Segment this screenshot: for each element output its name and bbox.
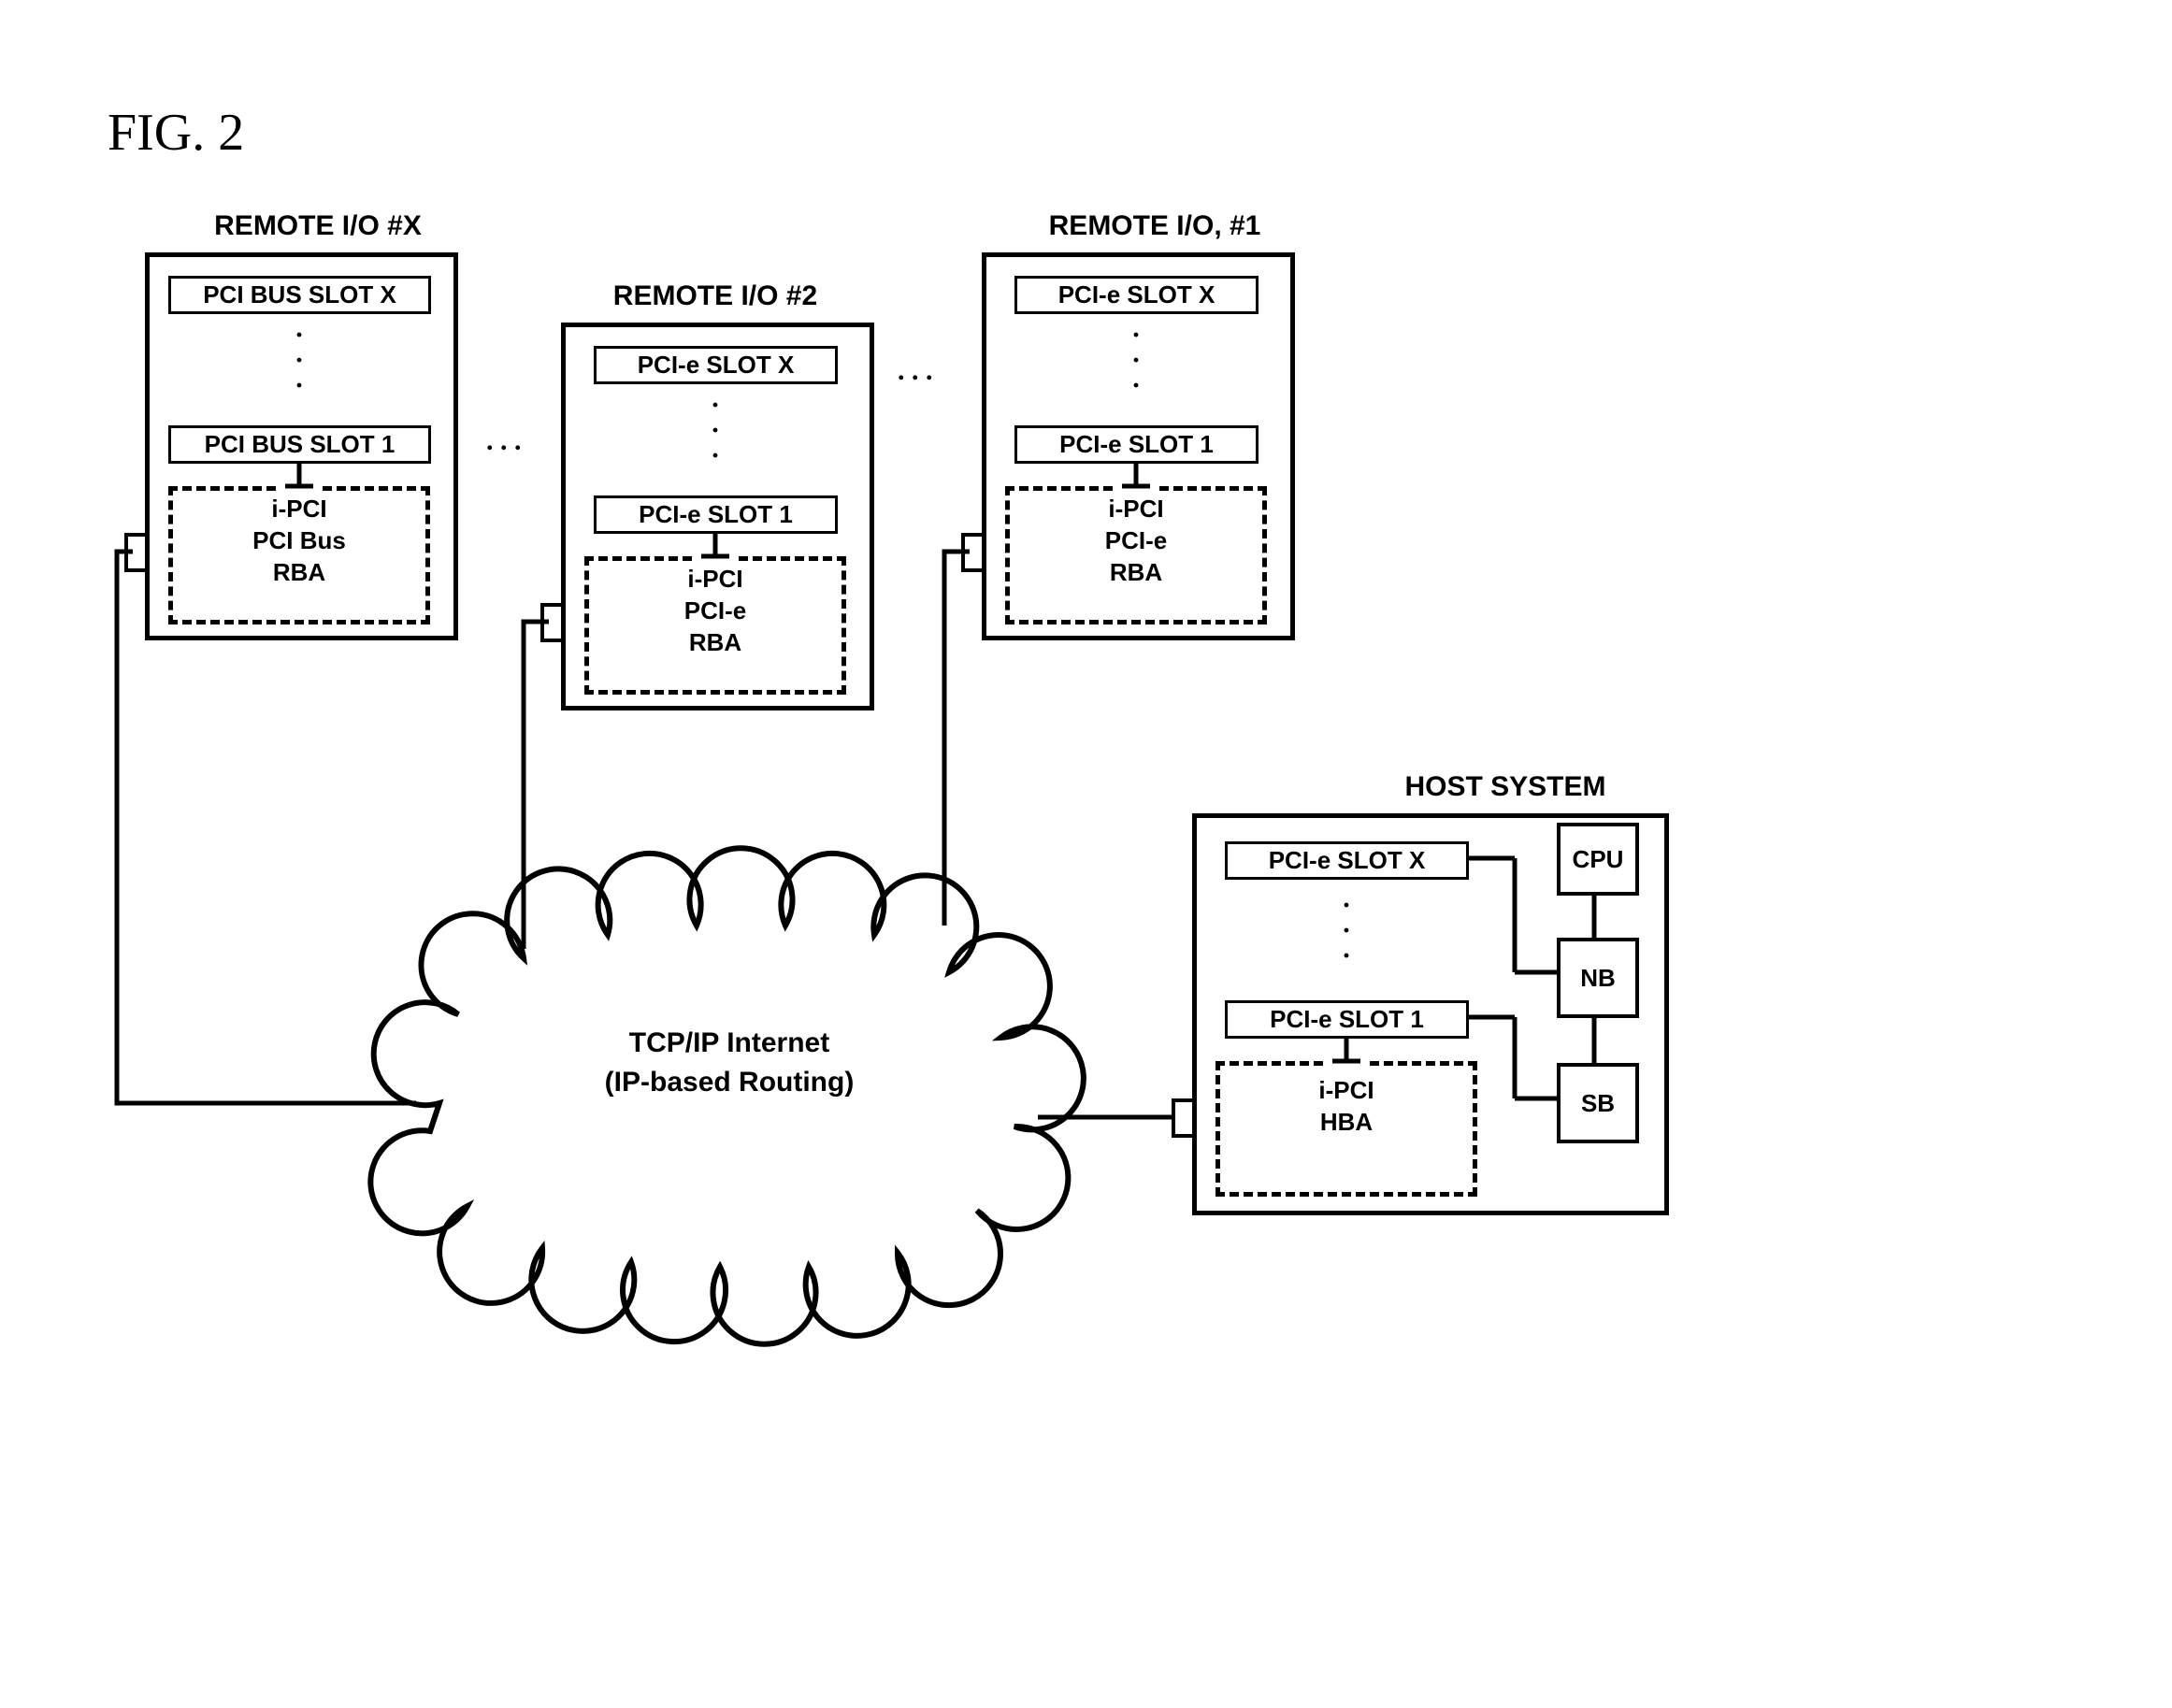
connection-lines bbox=[0, 0, 2172, 1708]
diagram-canvas: FIG. 2 REMOTE I/O #X PCI BUS SLOT X ··· … bbox=[0, 0, 2172, 1708]
